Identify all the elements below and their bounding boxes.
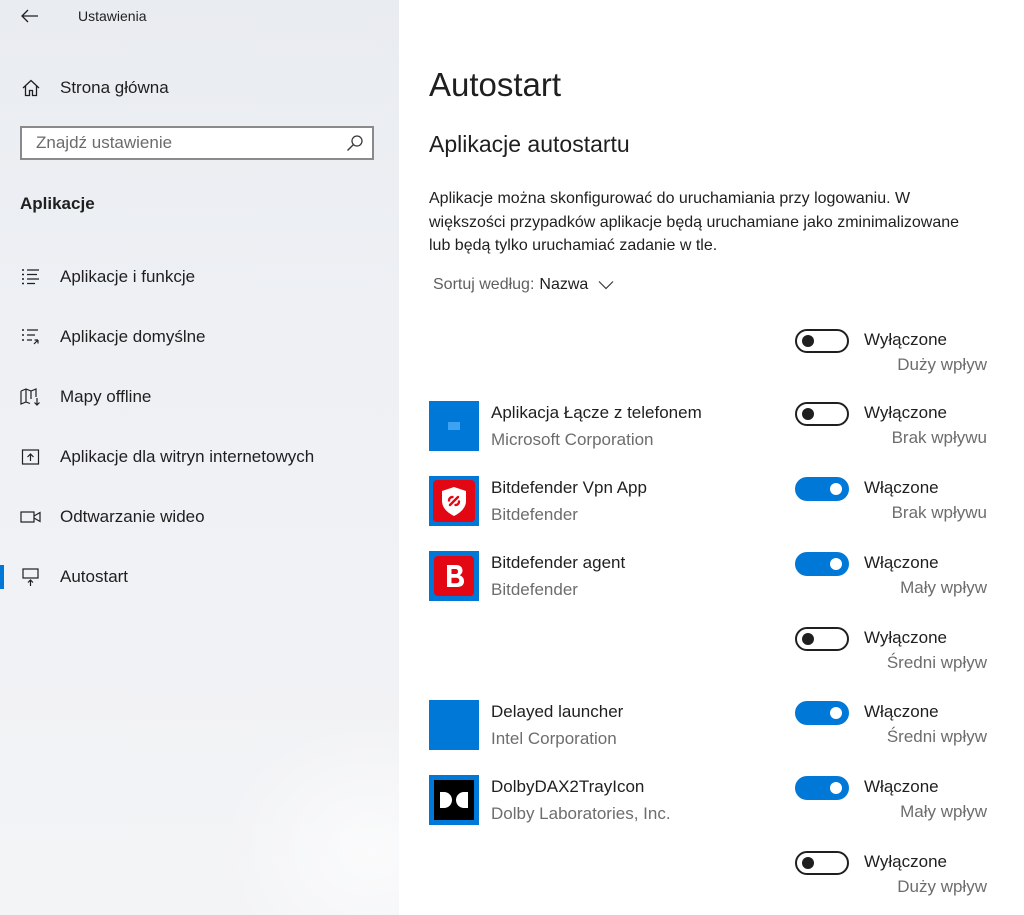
- app-row: Wyłączone Duży wpływ: [429, 849, 999, 909]
- sort-value: Nazwa: [539, 276, 589, 293]
- toggle-knob: [802, 857, 814, 869]
- app-row: Bitdefender agent Bitdefender Włączone M…: [429, 550, 999, 610]
- impact-label: Mały wpływ: [900, 802, 987, 821]
- startup-toggle[interactable]: [795, 627, 849, 651]
- toggle-state-label: Wyłączone: [864, 628, 947, 647]
- home-icon: [20, 77, 42, 99]
- sidebar-item-website-apps[interactable]: Aplikacje dla witryn internetowych: [0, 437, 399, 477]
- sidebar-item-label: Autostart: [60, 567, 129, 586]
- toggle-knob: [830, 558, 842, 570]
- arrow-left-icon: [21, 9, 38, 23]
- app-row: Delayed launcher Intel Corporation Włącz…: [429, 699, 999, 759]
- search-box[interactable]: [20, 126, 374, 160]
- sidebar: Ustawienia Strona główna Aplikacje Aplik…: [0, 0, 399, 915]
- sort-dropdown[interactable]: Sortuj według: Nazwa: [433, 276, 614, 294]
- sidebar-item-label: Aplikacje domyślne: [60, 327, 206, 346]
- sidebar-item-home[interactable]: Strona główna: [0, 70, 399, 106]
- startup-toggle[interactable]: [795, 851, 849, 875]
- app-name: Bitdefender Vpn App: [491, 478, 647, 497]
- app-row: Wyłączone Średni wpływ: [429, 625, 999, 685]
- section-subtitle: Aplikacje autostartu: [429, 131, 630, 157]
- app-name: DolbyDAX2TrayIcon: [491, 777, 645, 796]
- toggle-knob: [802, 335, 814, 347]
- toggle-state-label: Wyłączone: [864, 852, 947, 871]
- sidebar-item-offline-maps[interactable]: Mapy offline: [0, 377, 399, 417]
- startup-toggle[interactable]: [795, 776, 849, 800]
- apps-list-icon: [20, 266, 42, 288]
- toggle-knob: [830, 483, 842, 495]
- app-row: Bitdefender Vpn App Bitdefender Włączone…: [429, 475, 999, 535]
- sidebar-item-default-apps[interactable]: Aplikacje domyślne: [0, 317, 399, 357]
- sidebar-item-label: Mapy offline: [60, 387, 152, 406]
- description-text: Aplikacje można skonfigurować do urucham…: [429, 190, 960, 254]
- sidebar-item-label: Odtwarzanie wideo: [60, 507, 205, 526]
- video-camera-icon: [20, 506, 42, 528]
- startup-toggle[interactable]: [795, 402, 849, 426]
- startup-toggle[interactable]: [795, 701, 849, 725]
- search-icon[interactable]: [346, 134, 364, 152]
- startup-toggle[interactable]: [795, 477, 849, 501]
- sort-label: Sortuj według:: [433, 276, 535, 293]
- startup-icon: [20, 566, 42, 588]
- sidebar-item-label: Aplikacje i funkcje: [60, 267, 196, 286]
- map-download-icon: [20, 386, 42, 408]
- sidebar-item-label: Aplikacje dla witryn internetowych: [60, 447, 315, 466]
- toggle-state-label: Włączone: [864, 777, 939, 796]
- chevron-down-icon: [598, 281, 614, 290]
- main-content: Autostart Aplikacje autostartu Aplikacje…: [399, 0, 1024, 915]
- search-input[interactable]: [22, 128, 346, 158]
- default-apps-icon: [20, 326, 42, 348]
- toggle-knob: [830, 782, 842, 794]
- toggle-state-label: Wyłączone: [864, 403, 947, 422]
- toggle-state-label: Włączone: [864, 478, 939, 497]
- impact-label: Mały wpływ: [900, 578, 987, 597]
- app-publisher: Dolby Laboratories, Inc.: [491, 804, 671, 823]
- app-publisher: Intel Corporation: [491, 729, 617, 748]
- app-row: DolbyDAX2TrayIcon Dolby Laboratories, In…: [429, 774, 999, 834]
- toggle-knob: [830, 707, 842, 719]
- toggle-knob: [802, 408, 814, 420]
- bitdefender-vpn-icon: [429, 476, 479, 526]
- sidebar-item-apps-features[interactable]: Aplikacje i funkcje: [0, 257, 399, 297]
- toggle-state-label: Wyłączone: [864, 330, 947, 349]
- section-title: Aplikacje: [20, 194, 95, 213]
- dolby-icon: [429, 775, 479, 825]
- impact-label: Brak wpływu: [891, 503, 987, 522]
- impact-label: Brak wpływu: [891, 428, 987, 447]
- bitdefender-agent-icon: [429, 551, 479, 601]
- startup-toggle[interactable]: [795, 552, 849, 576]
- impact-label: Średni wpływ: [886, 727, 987, 746]
- sidebar-item-video-playback[interactable]: Odtwarzanie wideo: [0, 497, 399, 537]
- app-row: Wyłączone Duży wpływ: [429, 327, 999, 387]
- impact-label: Duży wpływ: [897, 355, 987, 374]
- page-title: Autostart: [429, 66, 562, 103]
- app-publisher: Microsoft Corporation: [491, 430, 654, 449]
- startup-toggle[interactable]: [795, 329, 849, 353]
- impact-label: Średni wpływ: [886, 653, 987, 672]
- toggle-state-label: Włączone: [864, 553, 939, 572]
- sidebar-item-autostart[interactable]: Autostart: [0, 557, 399, 597]
- app-name: Aplikacja Łącze z telefonem: [491, 403, 702, 422]
- app-row: Aplikacja Łącze z telefonem Microsoft Co…: [429, 400, 999, 460]
- back-button[interactable]: [15, 2, 45, 30]
- app-name: Bitdefender agent: [491, 553, 626, 572]
- impact-label: Duży wpływ: [897, 877, 987, 896]
- sidebar-item-label: Strona główna: [60, 78, 169, 97]
- toggle-knob: [802, 633, 814, 645]
- phone-link-icon: [429, 401, 479, 451]
- app-publisher: Bitdefender: [491, 505, 578, 524]
- website-app-icon: [20, 446, 42, 468]
- app-name: Delayed launcher: [491, 702, 624, 721]
- window-title: Ustawienia: [78, 8, 147, 24]
- toggle-state-label: Włączone: [864, 702, 939, 721]
- intel-launcher-icon: [429, 700, 479, 750]
- app-publisher: Bitdefender: [491, 580, 578, 599]
